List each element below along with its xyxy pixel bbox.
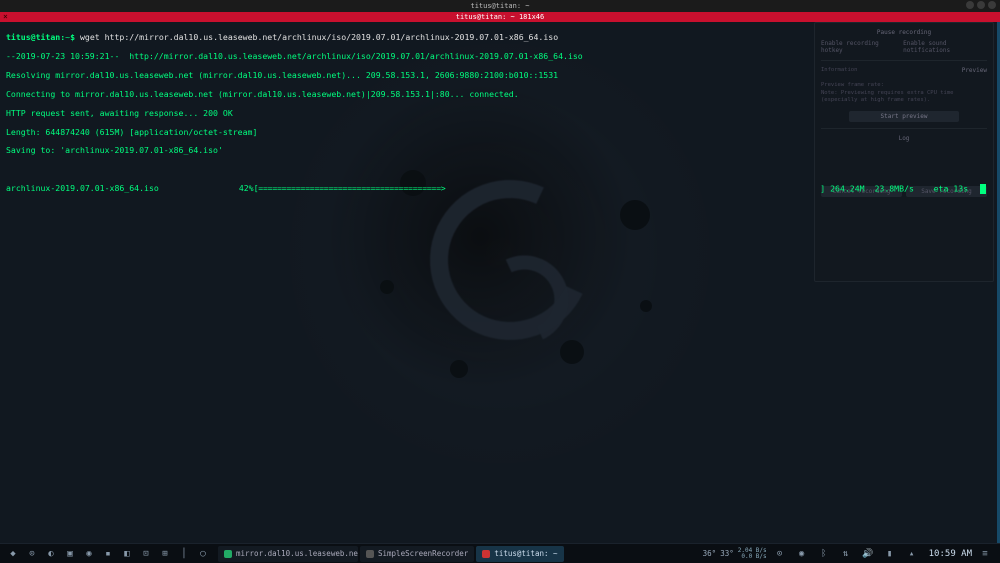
clock[interactable]: 10:59 AM xyxy=(929,549,972,559)
taskbar-task-recorder[interactable]: SimpleScreenRecorder xyxy=(360,546,474,562)
splat-decoration xyxy=(450,360,468,378)
splat-decoration xyxy=(560,340,584,364)
download-filename: archlinux-2019.07.01-x86_64.iso xyxy=(6,184,159,193)
download-eta: eta 13s xyxy=(934,184,969,194)
network-monitor[interactable]: 2.04 B/s 0.0 B/s xyxy=(738,548,767,560)
window-title: titus@titan: ~ xyxy=(470,2,529,10)
tray-icon[interactable]: ◉ xyxy=(795,547,809,561)
show-desktop-icon[interactable]: ◯ xyxy=(196,547,210,561)
close-button[interactable] xyxy=(988,1,996,9)
recorder-task-icon xyxy=(366,550,374,558)
start-menu-icon[interactable]: ◆ xyxy=(6,547,20,561)
editor-icon[interactable]: ◧ xyxy=(120,547,134,561)
taskbar-task-terminal[interactable]: titus@titan: ~ xyxy=(476,546,563,562)
tab-close-icon[interactable]: × xyxy=(3,12,8,21)
wget-output-line: Length: 644874240 (615M) [application/oc… xyxy=(6,128,994,137)
download-percent: 42% xyxy=(239,184,254,193)
volume-icon[interactable]: 🔊 xyxy=(861,547,875,561)
wget-output-line: Connecting to mirror.dal10.us.leaseweb.n… xyxy=(6,90,994,99)
terminal-task-icon xyxy=(482,550,490,558)
menu-icon[interactable]: ≡ xyxy=(978,547,992,561)
wget-output-line: --2019-07-23 10:59:21-- http://mirror.da… xyxy=(6,52,994,61)
files-icon[interactable]: ▣ xyxy=(63,547,77,561)
terminal-tab-bar[interactable]: × titus@titan: ~ 181x46 xyxy=(0,12,1000,22)
terminal-icon[interactable]: ▪ xyxy=(101,547,115,561)
temperature-2: 33° xyxy=(720,549,734,558)
download-size: 264.24M xyxy=(830,184,865,194)
temperature-1: 36° xyxy=(703,549,717,558)
bluetooth-icon[interactable]: ᛒ xyxy=(817,547,831,561)
battery-icon[interactable]: ▮ xyxy=(883,547,897,561)
taskbar[interactable]: ◆ ⊙ ◐ ▣ ◉ ▪ ◧ ⊡ ⊞ │ ◯ mirror.dal10.us.le… xyxy=(0,543,1000,563)
download-bar: [=======================================… xyxy=(254,184,446,193)
wget-output-line: Saving to: 'archlinux-2019.07.01-x86_64.… xyxy=(6,146,994,155)
tray-icon[interactable]: ⊙ xyxy=(773,547,787,561)
prompt-user: titus@titan xyxy=(6,32,60,42)
wget-output-line: Resolving mirror.dal10.us.leaseweb.net (… xyxy=(6,71,994,80)
splat-decoration xyxy=(620,200,650,230)
separator-icon: │ xyxy=(177,547,191,561)
app-icon[interactable]: ⊞ xyxy=(158,547,172,561)
chrome-icon[interactable]: ◉ xyxy=(82,547,96,561)
firefox-icon[interactable]: ◐ xyxy=(44,547,58,561)
notification-icon[interactable]: ▴ xyxy=(905,547,919,561)
wired-network-icon[interactable]: ⇅ xyxy=(839,547,853,561)
download-rate: 23.8MB/s xyxy=(874,184,913,194)
terminal-output[interactable]: titus@titan:~$ wget http://mirror.dal10.… xyxy=(0,22,1000,132)
app-icon[interactable]: ⊡ xyxy=(139,547,153,561)
taskbar-task-browser[interactable]: mirror.dal10.us.leaseweb.net | po... xyxy=(218,546,358,562)
minimize-button[interactable] xyxy=(966,1,974,9)
window-titlebar[interactable]: titus@titan: ~ xyxy=(0,0,1000,12)
terminal-tab-title: titus@titan: ~ 181x46 xyxy=(456,13,545,21)
download-progress-line: archlinux-2019.07.01-x86_64.iso 42%[====… xyxy=(6,184,994,193)
splat-decoration xyxy=(640,300,652,312)
cursor xyxy=(980,184,986,194)
maximize-button[interactable] xyxy=(977,1,985,9)
command-line: wget http://mirror.dal10.us.leaseweb.net… xyxy=(80,32,558,42)
steam-icon[interactable]: ⊙ xyxy=(25,547,39,561)
splat-decoration xyxy=(380,280,394,294)
wget-output-line: HTTP request sent, awaiting response... … xyxy=(6,109,994,118)
chrome-task-icon xyxy=(224,550,232,558)
